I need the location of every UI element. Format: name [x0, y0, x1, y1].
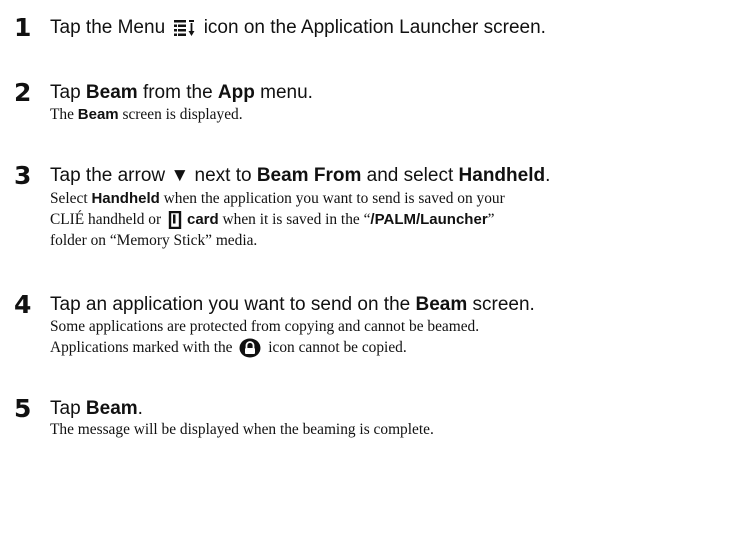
description-line: The Beam screen is displayed. — [50, 106, 243, 123]
step-heading: Tap an application you want to send on t… — [50, 294, 535, 315]
menu-icon — [173, 18, 195, 38]
step-description: The Beam screen is displayed. — [50, 104, 750, 125]
step-number: 3 — [14, 161, 32, 190]
step-heading: Tap the arrow ▼ next to Beam From and se… — [50, 165, 551, 186]
step-number: 2 — [14, 78, 32, 107]
description-line: folder on “Memory Stick” media. — [50, 232, 258, 249]
step-description: The message will be displayed when the b… — [50, 419, 750, 440]
lock-icon — [239, 338, 261, 358]
step-description: Some applications are protected from cop… — [50, 316, 750, 358]
step-number: 5 — [14, 394, 32, 423]
step-heading: Tap Beam from the App menu. — [50, 82, 313, 103]
step-heading: Tap Beam. — [50, 398, 143, 419]
description-line: The message will be displayed when the b… — [50, 421, 434, 438]
description-line: Applications marked with the icon cannot… — [50, 337, 750, 358]
step-heading: Tap the Menu icon on the Application Lau… — [50, 17, 546, 38]
step-description: Select Handheld when the application you… — [50, 188, 750, 251]
step-number: 4 — [14, 290, 32, 319]
step-number: 1 — [14, 13, 32, 42]
description-line: Select Handheld when the application you… — [50, 190, 505, 207]
description-line: Some applications are protected from cop… — [50, 318, 480, 335]
memory-stick-icon — [168, 211, 182, 230]
description-line: CLIÉ handheld or card when it is saved i… — [50, 211, 495, 230]
dropdown-arrow-icon: ▼ — [170, 165, 190, 186]
